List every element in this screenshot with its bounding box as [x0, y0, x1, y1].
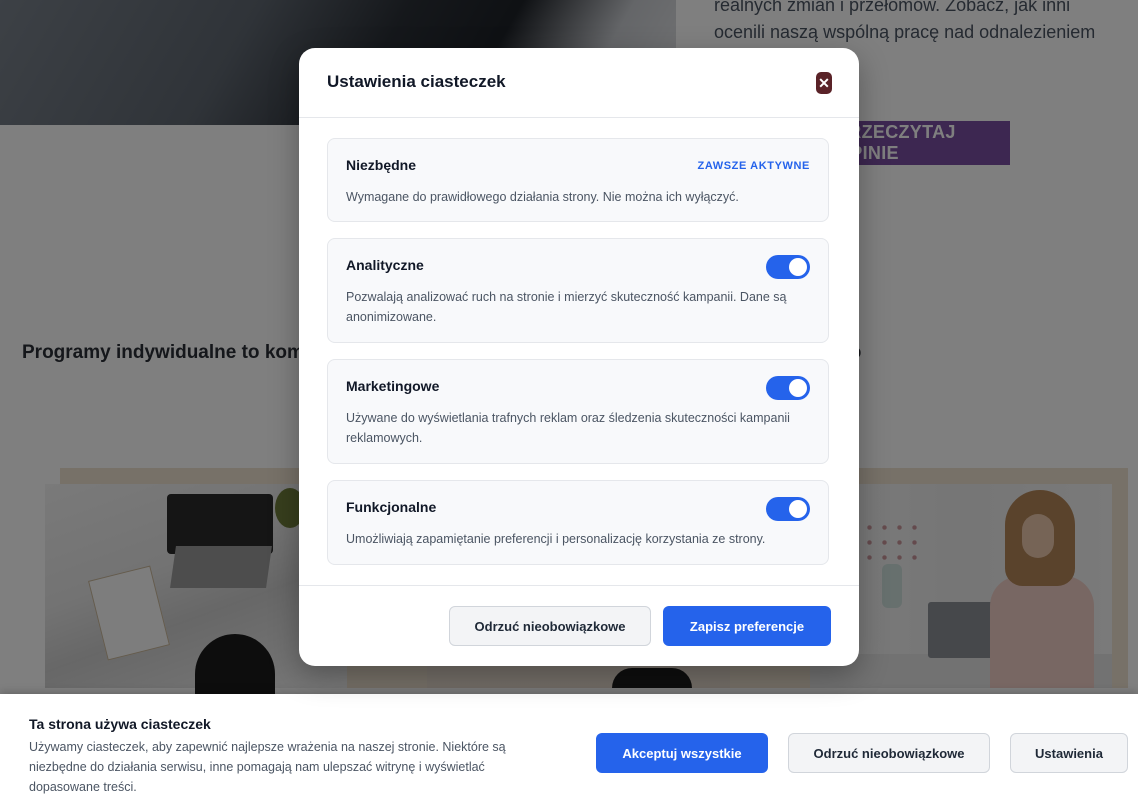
banner-settings-button[interactable]: Ustawienia — [1010, 733, 1128, 773]
modal-header: Ustawienia ciasteczek ✕ — [299, 48, 859, 118]
close-button[interactable]: ✕ — [816, 72, 832, 94]
always-active-badge: ZAWSZE AKTYWNE — [697, 160, 810, 172]
cookie-banner: Ta strona używa ciasteczek Używamy ciast… — [0, 694, 1138, 802]
category-title: Niezbędne — [346, 157, 417, 173]
category-title: Funkcjonalne — [346, 499, 437, 515]
reject-optional-button[interactable]: Odrzuć nieobowiązkowe — [449, 606, 651, 646]
toggle-knob — [789, 258, 807, 276]
functional-toggle[interactable] — [766, 497, 810, 521]
save-preferences-button[interactable]: Zapisz preferencje — [663, 606, 831, 646]
banner-title: Ta strona używa ciasteczek — [29, 716, 211, 732]
banner-reject-button[interactable]: Odrzuć nieobowiązkowe — [788, 733, 990, 773]
category-description: Wymagane do prawidłowego działania stron… — [346, 190, 739, 204]
category-description: Umożliwiają zapamiętanie preferencji i p… — [346, 532, 766, 546]
banner-description: Używamy ciasteczek, aby zapewnić najleps… — [29, 740, 506, 794]
category-title: Marketingowe — [346, 378, 440, 394]
category-description: Pozwalają analizować ruch na stronie i m… — [346, 290, 787, 324]
category-description: Używane do wyświetlania trafnych reklam … — [346, 411, 790, 445]
accept-all-button[interactable]: Akceptuj wszystkie — [596, 733, 768, 773]
cookie-settings-modal: Ustawienia ciasteczek ✕ Niezbędne ZAWSZE… — [299, 48, 859, 666]
category-analytics: Analityczne Pozwalają analizować ruch na… — [327, 238, 829, 343]
category-marketing: Marketingowe Używane do wyświetlania tra… — [327, 359, 829, 464]
category-title: Analityczne — [346, 257, 424, 273]
toggle-knob — [789, 500, 807, 518]
marketing-toggle[interactable] — [766, 376, 810, 400]
analytics-toggle[interactable] — [766, 255, 810, 279]
modal-footer: Odrzuć nieobowiązkowe Zapisz preferencje — [299, 585, 859, 667]
modal-title: Ustawienia ciasteczek — [327, 72, 506, 91]
category-necessary: Niezbędne ZAWSZE AKTYWNE Wymagane do pra… — [327, 138, 829, 222]
toggle-knob — [789, 379, 807, 397]
close-icon: ✕ — [818, 75, 830, 91]
category-functional: Funkcjonalne Umożliwiają zapamiętanie pr… — [327, 480, 829, 565]
